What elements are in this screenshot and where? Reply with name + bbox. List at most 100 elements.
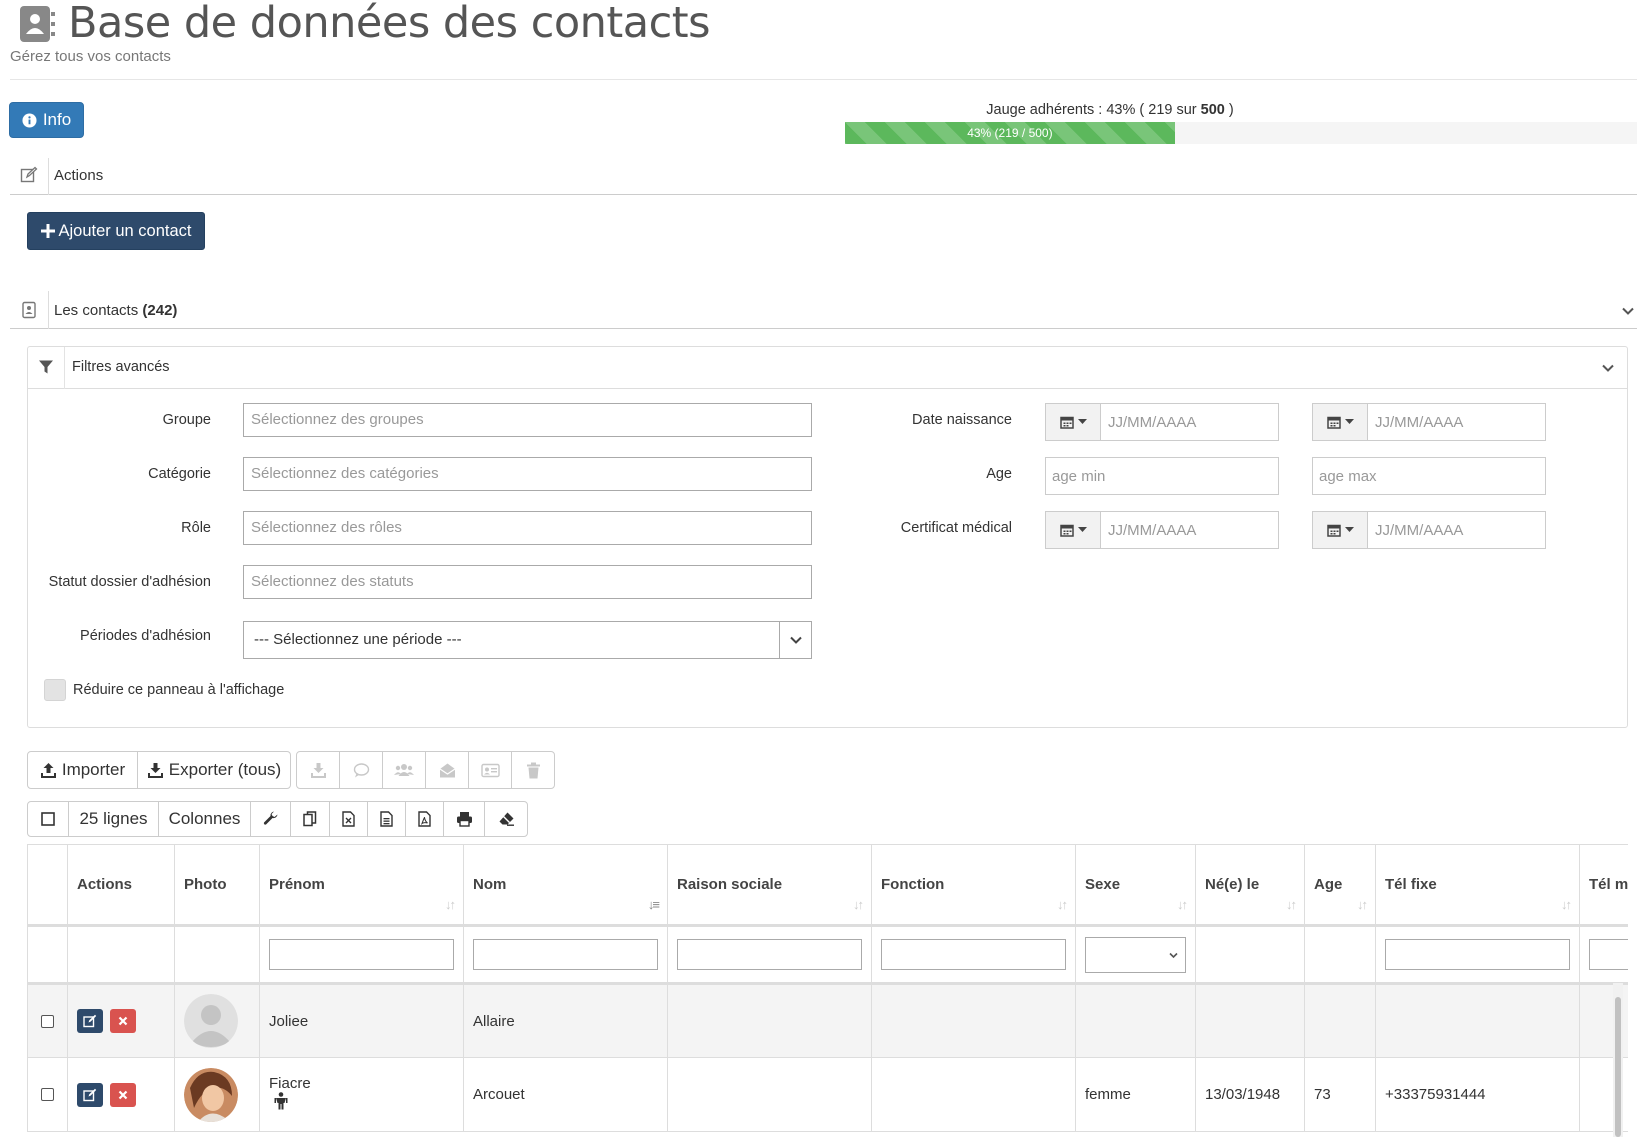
calendar-dropdown-button[interactable] <box>1313 404 1368 440</box>
close-icon <box>118 1016 128 1026</box>
bulk-sms-button[interactable] <box>339 751 383 789</box>
nom-filter-input[interactable] <box>473 939 658 970</box>
export-pdf-button[interactable] <box>405 801 444 837</box>
date-naissance-to-input[interactable]: JJ/MM/AAAA <box>1375 414 1463 431</box>
table-scrollbar[interactable] <box>1613 983 1623 1137</box>
col-header-sexe[interactable]: Sexe ↓↑ <box>1075 844 1196 927</box>
delete-contact-button[interactable] <box>110 1009 137 1033</box>
add-contact-button[interactable]: Ajouter un contact <box>27 212 205 250</box>
actions-section-header[interactable]: Actions <box>10 158 1637 195</box>
certificat-from-input[interactable]: JJ/MM/AAAA <box>1108 522 1196 539</box>
age-min-input[interactable]: age min <box>1045 457 1279 495</box>
certificat-to-input[interactable]: JJ/MM/AAAA <box>1375 522 1463 539</box>
date-naissance-to[interactable]: JJ/MM/AAAA <box>1312 403 1546 441</box>
bulk-delete-button[interactable] <box>511 751 555 789</box>
filter-cell <box>174 925 260 985</box>
col-header-raison-sociale[interactable]: Raison sociale ↓↑ <box>667 844 872 927</box>
calendar-dropdown-button[interactable] <box>1046 512 1101 548</box>
clear-filters-button[interactable] <box>484 801 528 837</box>
caret-down-icon <box>1344 527 1354 532</box>
print-button[interactable] <box>443 801 485 837</box>
page-header: Base de données des contacts Gérez tous … <box>10 0 1637 80</box>
age-max-input[interactable]: age max <box>1312 457 1546 495</box>
raison-filter-input[interactable] <box>677 939 862 970</box>
filter-cell <box>27 925 68 985</box>
filter-cell <box>1195 925 1305 985</box>
row-checkbox[interactable] <box>41 1088 54 1101</box>
filters-title: Filtres avancés <box>72 359 170 375</box>
copy-icon <box>303 811 317 827</box>
sort-icon: ↓↑ <box>1357 897 1368 912</box>
certificat-to[interactable]: JJ/MM/AAAA <box>1312 511 1546 549</box>
fonction-filter-input[interactable] <box>881 939 1066 970</box>
col-header-age[interactable]: Age ↓↑ <box>1304 844 1376 927</box>
statut-select[interactable]: Sélectionnez des statuts <box>243 565 812 599</box>
person-icon <box>274 1092 288 1110</box>
col-header-label: Actions <box>77 876 133 893</box>
divider <box>48 291 49 329</box>
col-header-tel-mobile[interactable]: Tél mo <box>1579 844 1628 927</box>
chevron-down-icon[interactable] <box>1601 361 1615 375</box>
tel-fixe-filter-input[interactable] <box>1385 939 1570 970</box>
bulk-card-button[interactable] <box>468 751 512 789</box>
export-excel-button[interactable] <box>329 801 368 837</box>
info-button[interactable]: Info <box>9 102 84 138</box>
bulk-download-button[interactable] <box>296 751 340 789</box>
import-button[interactable]: Importer <box>27 751 138 789</box>
prenom-filter-input[interactable] <box>269 939 454 970</box>
row-checkbox[interactable] <box>41 1014 54 1028</box>
select-all-button[interactable] <box>27 801 69 837</box>
periode-dropdown-toggle[interactable] <box>779 622 811 658</box>
contacts-section-header[interactable]: Les contacts (242) <box>10 291 1637 329</box>
page-title: Base de données des contacts <box>68 0 711 48</box>
delete-contact-button[interactable] <box>110 1082 137 1107</box>
row-actions-cell <box>67 1057 175 1132</box>
page-length-button[interactable]: 25 lignes <box>68 801 159 837</box>
categorie-select[interactable]: Sélectionnez des catégories <box>243 457 812 491</box>
col-header-fonction[interactable]: Fonction ↓↑ <box>871 844 1076 927</box>
col-header-tel-fixe[interactable]: Tél fixe ↓↑ <box>1375 844 1580 927</box>
sort-icon: ↓↑ <box>445 897 456 912</box>
settings-button[interactable] <box>250 801 291 837</box>
col-header-prenom[interactable]: Prénom ↓↑ <box>259 844 464 927</box>
scrollbar-thumb[interactable] <box>1615 997 1621 1137</box>
divider <box>48 158 49 195</box>
export-all-button[interactable]: Exporter (tous) <box>137 751 291 789</box>
edit-contact-button[interactable] <box>77 1082 103 1107</box>
col-header-label: Né(e) le <box>1205 876 1260 893</box>
contacts-label-text: Les contacts <box>54 302 143 319</box>
filters-header[interactable]: Filtres avancés <box>28 347 1627 389</box>
col-header-nom[interactable]: Nom ↓≡ <box>463 844 668 927</box>
bulk-group-button[interactable] <box>382 751 426 789</box>
certificat-from[interactable]: JJ/MM/AAAA <box>1045 511 1279 549</box>
col-header-naissance[interactable]: Né(e) le ↓↑ <box>1195 844 1305 927</box>
groupe-select[interactable]: Sélectionnez des groupes <box>243 403 812 437</box>
gauge-fill: 43% (219 / 500) <box>845 122 1175 144</box>
trash-icon <box>526 762 540 778</box>
chevron-down-icon[interactable] <box>1621 304 1635 318</box>
role-select[interactable]: Sélectionnez des rôles <box>243 511 812 545</box>
sexe-filter-select[interactable] <box>1085 936 1186 973</box>
columns-button[interactable]: Colonnes <box>158 801 251 837</box>
export-csv-button[interactable] <box>367 801 406 837</box>
default-avatar[interactable] <box>184 994 238 1048</box>
date-naissance-from-input[interactable]: JJ/MM/AAAA <box>1108 414 1196 431</box>
col-header-label: Nom <box>473 876 507 893</box>
col-header-label: Sexe <box>1085 876 1121 893</box>
copy-button[interactable] <box>290 801 330 837</box>
calendar-dropdown-button[interactable] <box>1313 512 1368 548</box>
bulk-email-button[interactable] <box>425 751 469 789</box>
periode-select[interactable]: --- Sélectionnez une période --- <box>243 621 812 659</box>
reduce-panel-checkbox-row[interactable]: Réduire ce panneau à l'affichage <box>44 679 284 701</box>
periode-selected: --- Sélectionnez une période --- <box>254 631 462 648</box>
contact-photo[interactable] <box>184 1067 238 1122</box>
download-icon <box>147 762 163 778</box>
edit-contact-button[interactable] <box>77 1009 103 1033</box>
calendar-dropdown-button[interactable] <box>1046 404 1101 440</box>
date-naissance-from[interactable]: JJ/MM/AAAA <box>1045 403 1279 441</box>
reduce-panel-checkbox[interactable] <box>44 679 66 701</box>
row-photo-cell <box>174 983 260 1058</box>
tel-mobile-filter-input[interactable] <box>1589 939 1628 970</box>
col-header-label: Tél mo <box>1589 876 1628 893</box>
import-export-toolbar: Importer Exporter (tous) <box>27 751 291 789</box>
